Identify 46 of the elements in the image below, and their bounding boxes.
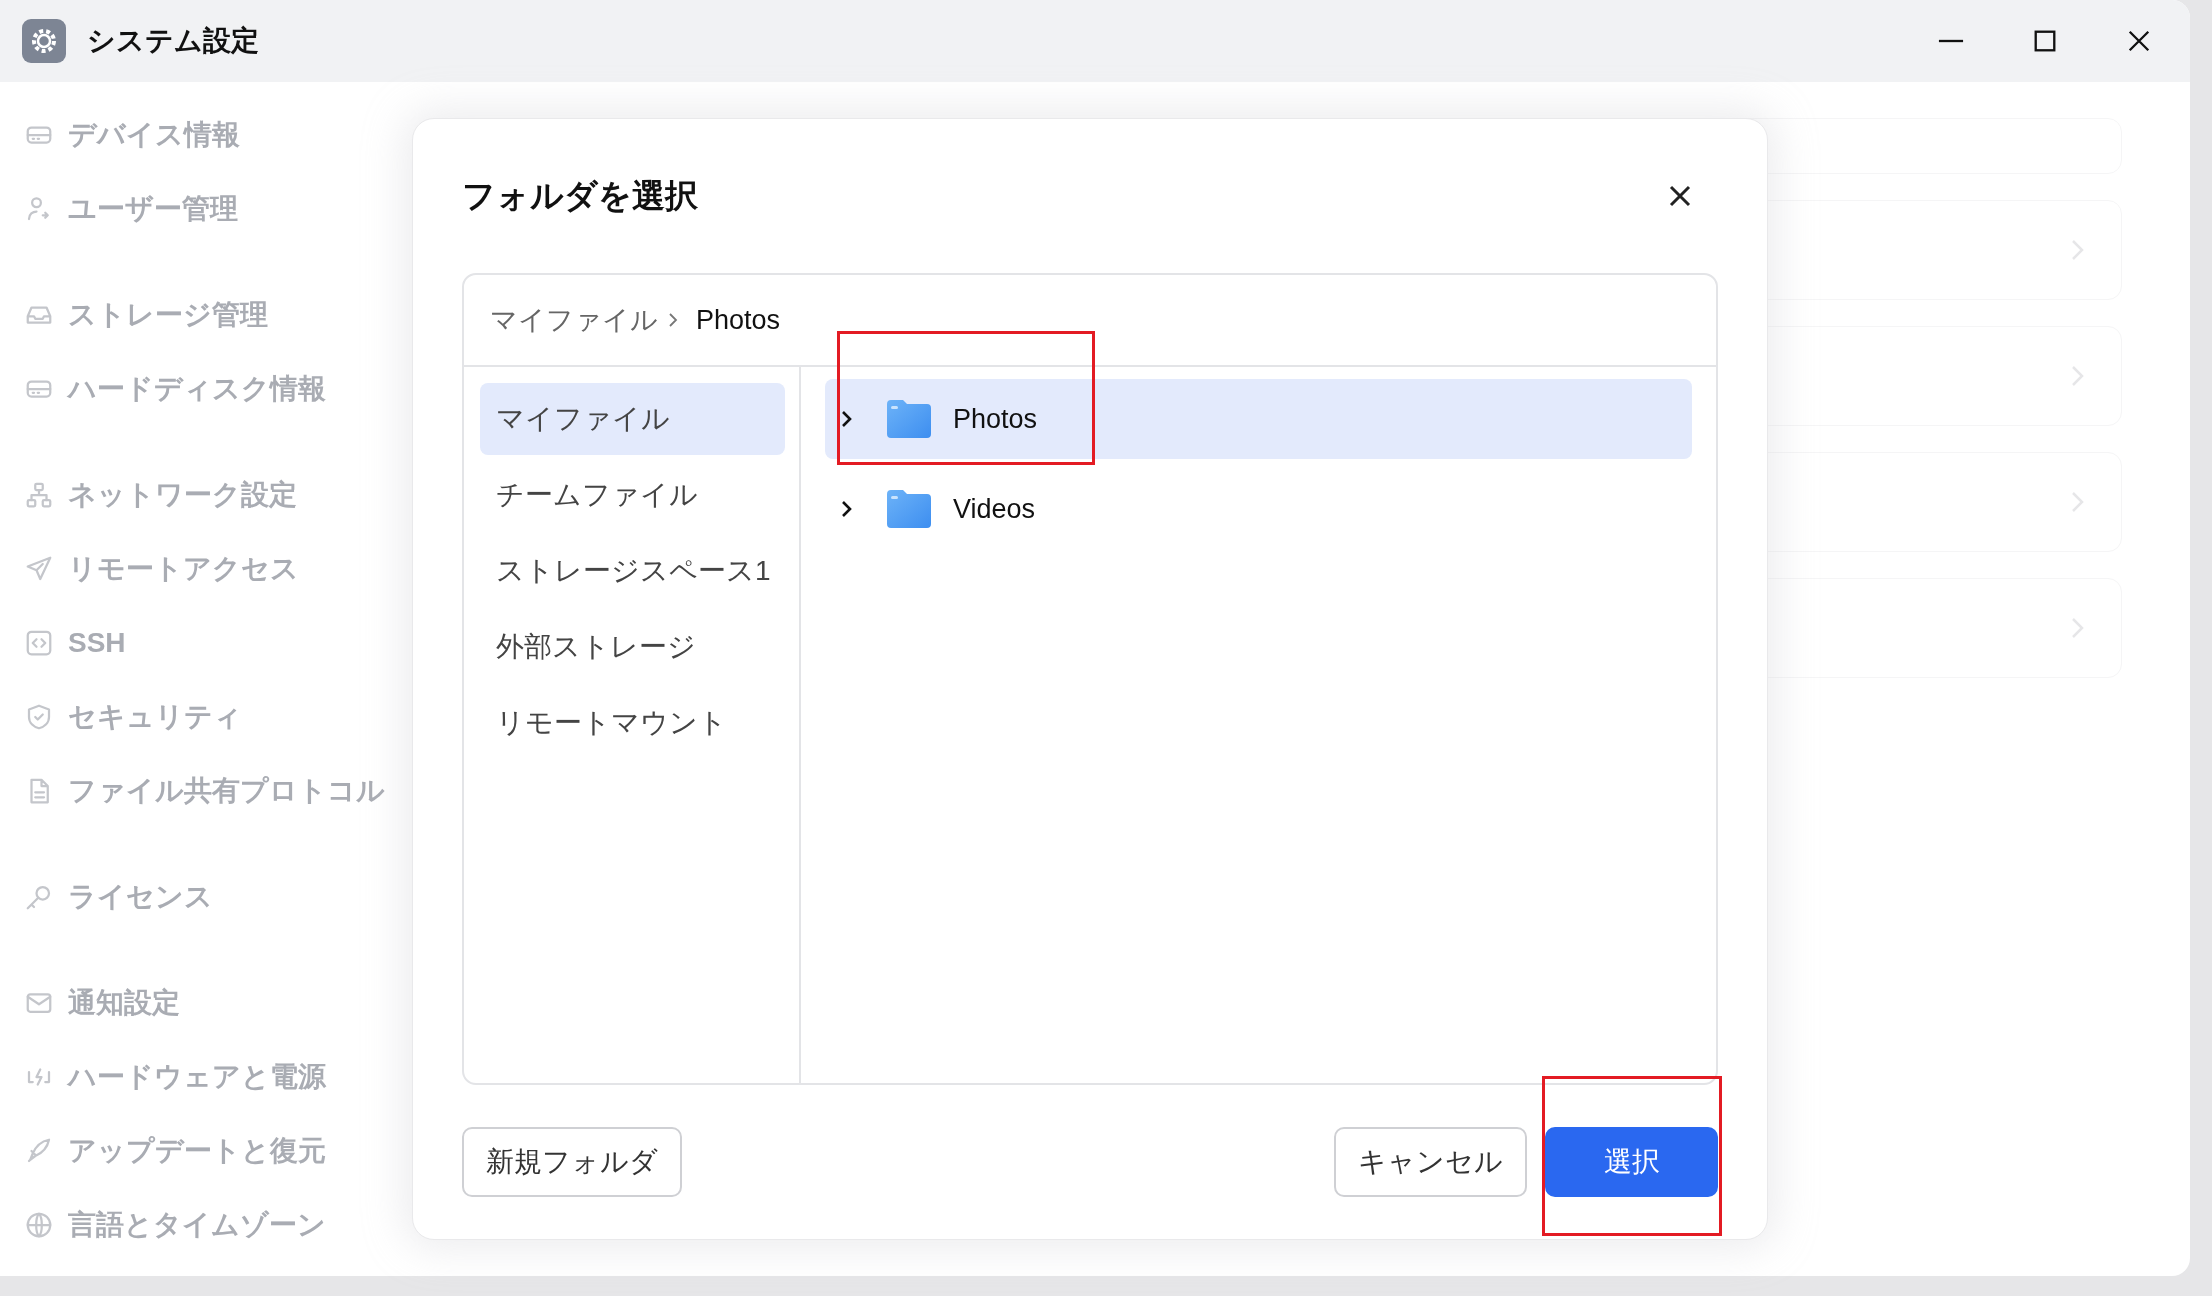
sidebar-item[interactable]: ストレージ管理 — [68, 296, 268, 334]
sidebar-item[interactable]: リモートアクセス — [68, 550, 299, 588]
chevron-icon — [668, 312, 678, 328]
gear-icon — [22, 19, 66, 63]
select-button[interactable]: 選択 — [1545, 1127, 1718, 1197]
folder-icon — [887, 490, 931, 528]
close-icon[interactable] — [1668, 184, 1692, 208]
globe-icon — [24, 1210, 54, 1240]
dialog-button[interactable]: キャンセル — [1334, 1127, 1527, 1197]
chevron-icon — [2071, 617, 2085, 639]
dialog-title: フォルダを選択 — [462, 175, 698, 216]
location-item[interactable]: マイファイル — [480, 383, 785, 455]
chevron-icon[interactable] — [841, 410, 853, 428]
code-icon — [24, 628, 54, 658]
folder-icon — [887, 400, 931, 438]
folder-row[interactable]: Photos — [825, 379, 1692, 459]
sidebar-item[interactable]: 通知設定 — [68, 984, 180, 1022]
sidebar-item[interactable]: ファイル共有プロトコル — [68, 772, 385, 810]
sidebar-item[interactable]: ライセンス — [68, 878, 213, 916]
sidebar-item[interactable]: 言語とタイムゾーン — [68, 1206, 326, 1244]
breadcrumb-item[interactable]: マイファイル — [490, 302, 658, 338]
breadcrumb-item: Photos — [696, 304, 781, 336]
dialog-button[interactable]: 新規フォルダ — [462, 1127, 682, 1197]
sidebar-item[interactable]: アップデートと復元 — [68, 1132, 326, 1170]
chevron-icon — [2071, 239, 2085, 261]
close-icon[interactable] — [2126, 28, 2152, 54]
network-icon — [24, 480, 54, 510]
window-title: システム設定 — [87, 24, 259, 58]
chevron-icon[interactable] — [841, 500, 853, 518]
sidebar-item[interactable]: ネットワーク設定 — [68, 476, 297, 514]
sidebar-item[interactable]: ハードウェアと電源 — [68, 1058, 326, 1096]
maximize-icon[interactable] — [2032, 28, 2058, 54]
sidebar-item[interactable]: ハードディスク情報 — [68, 370, 326, 408]
location-item[interactable]: リモートマウント — [480, 687, 785, 759]
folder-name: Photos — [953, 403, 1038, 435]
location-item[interactable]: チームファイル — [480, 459, 785, 531]
location-item[interactable]: 外部ストレージ — [480, 611, 785, 683]
sidebar-item[interactable]: ユーザー管理 — [68, 190, 238, 228]
chevron-icon — [2071, 491, 2085, 513]
location-item[interactable]: ストレージスペース1 — [480, 535, 785, 607]
sidebar-item[interactable]: SSH — [68, 627, 126, 659]
sidebar-item[interactable]: デバイス情報 — [68, 116, 240, 154]
folder-row[interactable]: Videos — [825, 469, 1692, 549]
chevron-icon — [2071, 365, 2085, 387]
sidebar-item[interactable]: セキュリティ — [68, 698, 242, 736]
folder-name: Videos — [953, 493, 1036, 525]
